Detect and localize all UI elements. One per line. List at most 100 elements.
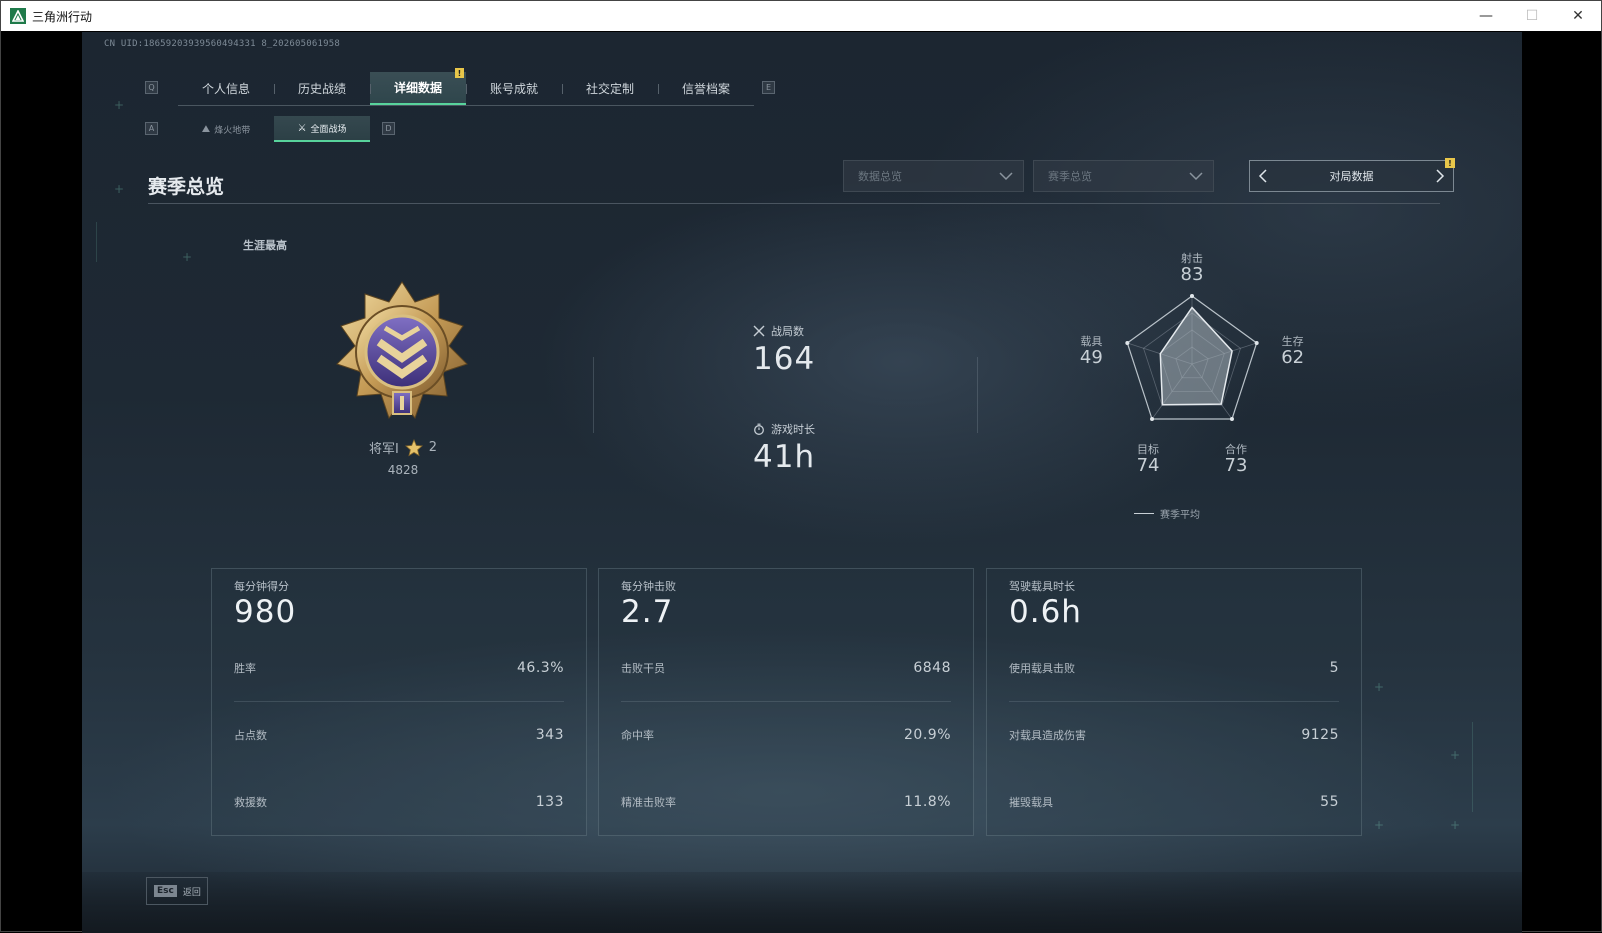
maximize-button[interactable]: ☐ xyxy=(1509,1,1555,31)
career-best-label: 生涯最高 xyxy=(243,239,287,252)
stat-key: 占点数 xyxy=(234,729,267,742)
kills-card: 每分钟击败 2.7 击败干员 6848 命中率 20.9% 精准击败率 11.8% xyxy=(598,568,974,836)
tab-social-custom[interactable]: 社交定制 xyxy=(562,72,658,105)
notification-badge: ! xyxy=(455,68,464,78)
chevron-right-icon[interactable] xyxy=(1431,167,1449,185)
stat-row: 精准击败率 11.8% xyxy=(621,792,951,812)
radar-value-polygon xyxy=(1159,306,1233,406)
mode-tabs: ⛰ 烽火地带 ⚔ 全面战场 xyxy=(178,116,370,143)
battlefield-icon: ⚔ xyxy=(297,122,307,134)
match-data-switcher[interactable]: 对局数据 ! xyxy=(1249,158,1455,192)
matches-label: 战局数 xyxy=(771,325,804,338)
stat-value: 343 xyxy=(535,727,564,743)
tab-label: 信誉档案 xyxy=(681,82,730,96)
tab-match-history[interactable]: 历史战绩 xyxy=(274,72,370,105)
row-divider xyxy=(234,701,564,702)
tab-full-battlefield[interactable]: ⚔ 全面战场 xyxy=(274,116,370,142)
stat-key: 救援数 xyxy=(234,796,267,809)
tab-label: 个人信息 xyxy=(201,82,250,96)
deco-line xyxy=(1472,722,1473,812)
back-label: 返回 xyxy=(182,887,201,898)
stat-row: 胜率 46.3% xyxy=(234,658,564,678)
beacon-icon: ⛰ xyxy=(201,123,211,135)
game-window: 三角洲行动 — ☐ ✕ CN UID:18659203939560494331 … xyxy=(0,0,1602,933)
chevron-left-icon[interactable] xyxy=(1254,167,1272,185)
deco-line xyxy=(96,222,97,262)
dropdown-value: 数据总览 xyxy=(858,170,902,183)
tab-credit-record[interactable]: 信誉档案 xyxy=(658,72,754,105)
divider xyxy=(977,357,978,433)
playtime-stat: 游戏时长 41h xyxy=(753,421,815,475)
minimize-button[interactable]: — xyxy=(1463,1,1509,31)
tab-beacon-zone[interactable]: ⛰ 烽火地带 xyxy=(178,116,274,142)
row-divider xyxy=(1009,701,1339,702)
card-head-label: 每分钟击败 xyxy=(621,580,676,593)
stat-key: 对载具造成伤害 xyxy=(1009,729,1086,742)
key-hint-e[interactable]: E xyxy=(762,81,775,94)
radar-axis-dot xyxy=(1125,340,1130,345)
stat-value: 46.3% xyxy=(517,660,564,676)
key-hint-a[interactable]: A xyxy=(145,122,158,135)
card-head-value: 980 xyxy=(234,594,297,630)
stat-row: 命中率 20.9% xyxy=(621,725,951,745)
close-button[interactable]: ✕ xyxy=(1555,1,1601,31)
general-rank-emblem-icon xyxy=(336,281,468,420)
card-head-value: 2.7 xyxy=(621,594,674,630)
radar-axis-value: 83 xyxy=(1180,264,1204,285)
ability-radar-chart xyxy=(1125,294,1259,422)
uid-text: CN UID:18659203939560494331 8_2026050619… xyxy=(104,39,340,49)
deco-plus-icon: + xyxy=(182,250,193,264)
rank-score: 4828 xyxy=(387,463,419,477)
deco-plus-icon: + xyxy=(1450,748,1461,762)
legend-line xyxy=(1134,513,1154,514)
notification-badge: ! xyxy=(1445,158,1455,168)
row-divider xyxy=(621,701,951,702)
crossed-swords-icon xyxy=(753,325,765,337)
star-icon xyxy=(404,438,423,456)
stat-row: 摧毁载具 55 xyxy=(1009,792,1339,812)
card-head-label: 每分钟得分 xyxy=(234,580,289,593)
tab-label: 历史战绩 xyxy=(297,82,346,96)
matches-value: 164 xyxy=(753,341,816,377)
radar-axis-value: 73 xyxy=(1224,455,1248,476)
stat-row: 对载具造成伤害 9125 xyxy=(1009,725,1339,745)
page-title: 赛季总览 xyxy=(148,176,225,198)
season-dropdown[interactable]: 赛季总览 xyxy=(1033,160,1214,192)
tab-label: 账号成就 xyxy=(489,82,538,96)
stat-value: 5 xyxy=(1329,660,1339,676)
stat-value: 20.9% xyxy=(904,727,951,743)
tab-label: 详细数据 xyxy=(393,81,442,95)
radar-axis-dot xyxy=(1254,340,1259,345)
matches-stat: 战局数 164 xyxy=(753,323,815,377)
tab-label: 社交定制 xyxy=(585,82,634,96)
tab-achievements[interactable]: 账号成就 xyxy=(466,72,562,105)
stat-row: 击败干员 6848 xyxy=(621,658,951,678)
rank-stars: 2 xyxy=(428,440,438,455)
divider xyxy=(593,357,594,433)
key-hint-q[interactable]: Q xyxy=(145,81,158,94)
tab-label: 烽火地带 xyxy=(214,125,251,136)
data-overview-dropdown[interactable]: 数据总览 xyxy=(843,160,1024,192)
radar-axis-value: 49 xyxy=(1079,346,1103,368)
stat-key: 击败干员 xyxy=(621,662,665,675)
chevron-down-icon xyxy=(999,172,1013,181)
radar-axis-dot xyxy=(1150,417,1155,422)
stat-key: 摧毁载具 xyxy=(1009,796,1053,809)
tab-detailed-data[interactable]: 详细数据! xyxy=(370,68,466,105)
tab-personal-info[interactable]: 个人信息 xyxy=(178,72,274,105)
score-card: 每分钟得分 980 胜率 46.3% 占点数 343 救援数 133 xyxy=(211,568,587,836)
stat-value: 6848 xyxy=(913,660,951,676)
card-head-label: 驾驶载具时长 xyxy=(1009,580,1075,593)
stat-row: 使用载具击败 5 xyxy=(1009,658,1339,678)
back-button[interactable]: Esc 返回 xyxy=(146,877,208,905)
stat-row: 救援数 133 xyxy=(234,792,564,812)
legend-label: 赛季平均 xyxy=(1160,510,1200,521)
key-hint-d[interactable]: D xyxy=(382,122,395,135)
stat-row: 占点数 343 xyxy=(234,725,564,745)
vehicle-card: 驾驶载具时长 0.6h 使用载具击败 5 对载具造成伤害 9125 摧毁载具 55 xyxy=(986,568,1362,836)
stat-value: 11.8% xyxy=(904,794,951,810)
bottom-bar xyxy=(82,872,1522,933)
stat-key: 精准击败率 xyxy=(621,796,676,809)
stat-key: 使用载具击败 xyxy=(1009,662,1075,675)
radar-legend: 赛季平均 xyxy=(1134,506,1200,521)
